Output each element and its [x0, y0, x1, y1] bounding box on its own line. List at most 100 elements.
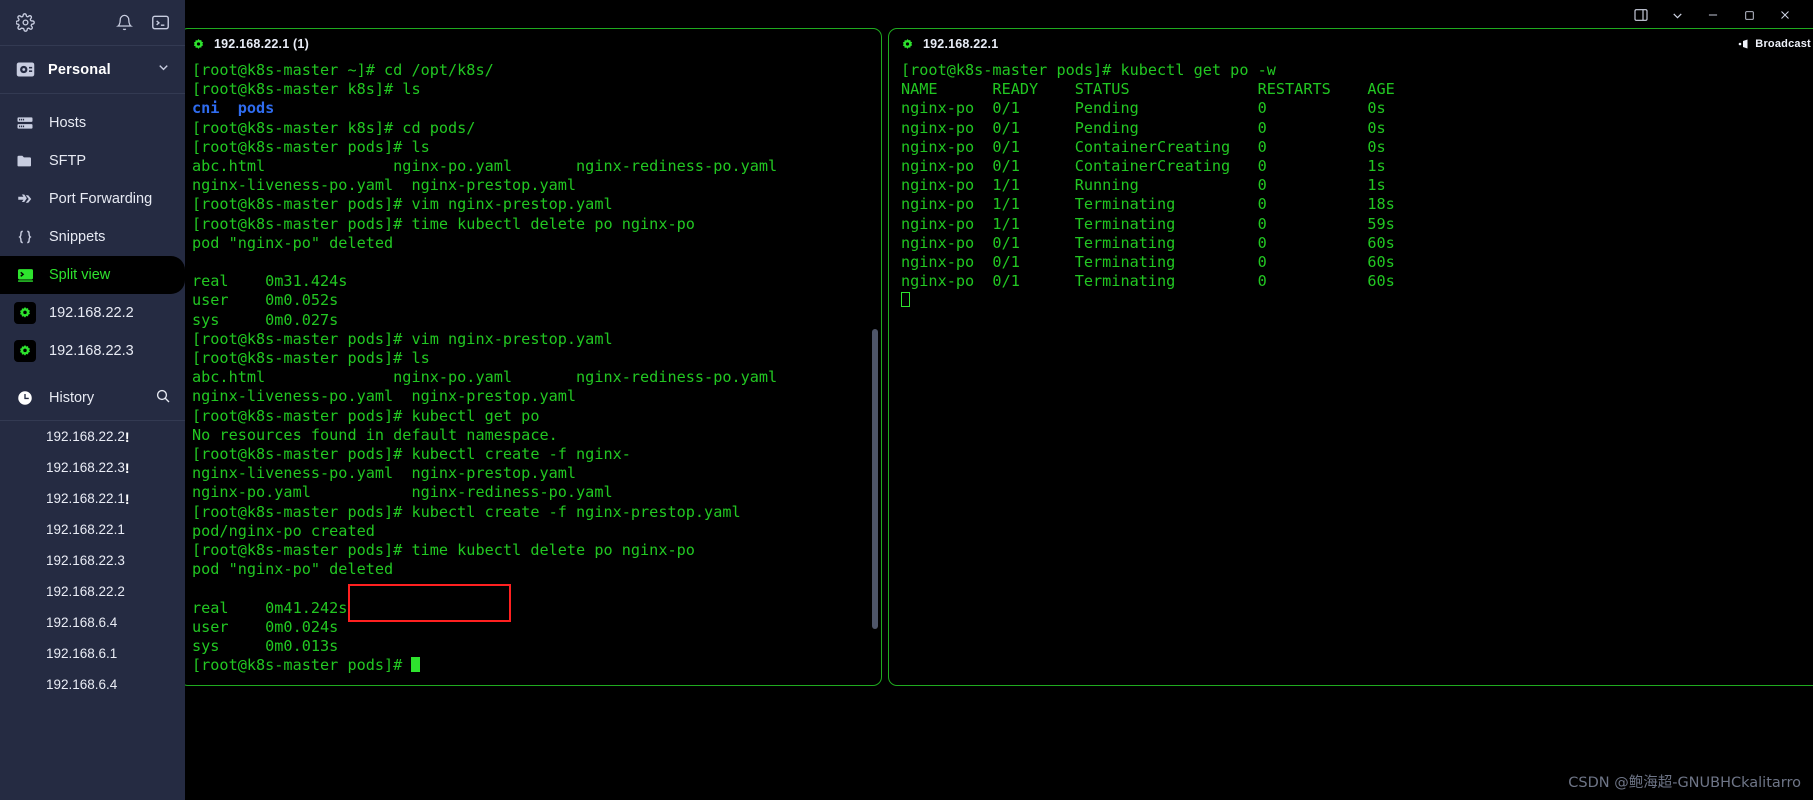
sidebar-nav: Hosts SFTP Port Forwarding Snippets Spli…	[0, 94, 185, 370]
table-row: nginx-po 0/1 Pending 0 0s	[901, 118, 1386, 137]
terminal-line: [root@k8s-master pods]#	[192, 656, 881, 675]
maximize-icon[interactable]	[1731, 2, 1767, 28]
terminal-line: [root@k8s-master pods]# kubectl get po	[192, 406, 540, 425]
search-icon[interactable]	[155, 388, 171, 408]
chevron-down-icon[interactable]	[156, 60, 171, 80]
sidebar-item-split-view[interactable]: Split view	[0, 256, 185, 294]
sidebar-item-label: Port Forwarding	[49, 191, 153, 207]
terminal-line: user 0m0.024s	[192, 617, 339, 636]
terminal-pane-right[interactable]: 192.168.22.1 Broadcast [root@k8s-master …	[888, 28, 1813, 686]
table-row: nginx-po 0/1 ContainerCreating 0 1s	[901, 157, 1386, 176]
terminal-line: [root@k8s-master pods]# vim nginx-presto…	[192, 329, 613, 348]
terminal-pane-left[interactable]: 192.168.22.1 (1) [root@k8s-master ~]# cd…	[179, 28, 882, 686]
table-header-row: NAME READY STATUS RESTARTS AGE	[901, 80, 1395, 99]
terminal-panes: 192.168.22.1 (1) [root@k8s-master ~]# cd…	[179, 28, 1813, 800]
table-row: nginx-po 1/1 Running 0 1s	[901, 176, 1386, 195]
history-item[interactable]: 192.168.6.1	[0, 638, 185, 669]
terminal-line: nginx-liveness-po.yaml nginx-prestop.yam…	[192, 387, 577, 406]
sidebar-toolbar	[0, 0, 185, 46]
terminal-cursor	[901, 292, 910, 308]
terminal-line: [root@k8s-master pods]# kubectl create -…	[192, 445, 631, 464]
terminal-line: [root@k8s-master pods]# kubectl create -…	[192, 502, 741, 521]
history-item[interactable]: 192.168.6.4	[0, 607, 185, 638]
terminal-line: [root@k8s-master k8s]# ls	[192, 80, 421, 99]
minimize-icon[interactable]	[1695, 2, 1731, 28]
sidebar-host-label: 192.168.22.3	[49, 343, 134, 359]
terminal-line: sys 0m0.027s	[192, 310, 339, 329]
sidebar-item-port-forwarding[interactable]: Port Forwarding	[0, 180, 185, 218]
pane-header-right: 192.168.22.1 Broadcast	[889, 29, 1813, 59]
alert-icon: !	[124, 459, 130, 476]
profile-selector[interactable]: Personal	[0, 46, 185, 94]
sidebar-item-label: Split view	[49, 267, 111, 283]
broadcast-toggle[interactable]: Broadcast	[1738, 38, 1813, 50]
table-row: nginx-po 0/1 Terminating 0 60s	[901, 272, 1395, 291]
terminal-line: [root@k8s-master pods]# ls	[192, 349, 430, 368]
terminal-icon[interactable]	[149, 12, 171, 34]
alert-icon: !	[124, 490, 130, 507]
profile-label: Personal	[48, 61, 111, 78]
terminal-line: sys 0m0.013s	[192, 637, 339, 656]
history-item[interactable]: 192.168.22.1	[0, 514, 185, 545]
terminal-line: user 0m0.052s	[192, 291, 339, 310]
sidebar-host-192-168-22-2[interactable]: 192.168.22.2	[0, 294, 185, 332]
terminal-line: abc.html nginx-po.yaml nginx-rediness-po…	[192, 368, 778, 387]
sidebar-item-snippets[interactable]: Snippets	[0, 218, 185, 256]
directory-name: cni pods	[192, 99, 275, 118]
history-item[interactable]: 192.168.22.2 !	[0, 421, 185, 452]
port-forward-icon	[14, 188, 36, 210]
broadcast-label: Broadcast	[1755, 38, 1811, 50]
terminal-line: nginx-liveness-po.yaml nginx-prestop.yam…	[192, 176, 577, 195]
terminal-line: [root@k8s-master pods]# ls	[192, 137, 430, 156]
pane-title: 192.168.22.1 (1)	[214, 37, 309, 51]
sidebar-item-label: Hosts	[49, 115, 87, 131]
table-row: nginx-po 0/1 Pending 0 0s	[901, 99, 1386, 118]
close-icon[interactable]	[1767, 2, 1803, 28]
terminal-line: [root@k8s-master pods]# time kubectl del…	[192, 541, 695, 560]
pane-header-left: 192.168.22.1 (1)	[180, 29, 881, 59]
terminal-line: real 0m41.242s	[192, 598, 348, 617]
server-icon	[14, 112, 36, 134]
pane-header-actions: Broadcast ✕	[1738, 36, 1813, 52]
vault-icon	[14, 59, 36, 81]
history-item-label: 192.168.22.1	[46, 491, 125, 506]
layout-panel-icon[interactable]	[1623, 2, 1659, 28]
scrollbar-left[interactable]	[872, 329, 878, 629]
clock-icon	[14, 387, 36, 409]
split-terminal-icon	[14, 264, 36, 286]
chevron-down-icon[interactable]	[1659, 2, 1695, 28]
notifications-bell-icon[interactable]	[113, 12, 135, 34]
sidebar-item-sftp[interactable]: SFTP	[0, 142, 185, 180]
history-item[interactable]: 192.168.6.4	[0, 669, 185, 700]
terminal-cursor	[411, 657, 421, 673]
settings-gear-icon[interactable]	[14, 12, 36, 34]
sidebar-item-hosts[interactable]: Hosts	[0, 104, 185, 142]
terminal-output-left[interactable]: [root@k8s-master ~]# cd /opt/k8s/[root@k…	[180, 59, 881, 676]
table-row: nginx-po 0/1 Terminating 0 60s	[901, 233, 1395, 252]
history-item-label: 192.168.22.3	[46, 460, 125, 475]
sidebar-host-192-168-22-3[interactable]: 192.168.22.3	[0, 332, 185, 370]
history-header[interactable]: History	[0, 378, 185, 418]
pane-title: 192.168.22.1	[923, 37, 999, 51]
broadcast-icon	[1738, 39, 1750, 49]
table-row: nginx-po 1/1 Terminating 0 18s	[901, 195, 1395, 214]
history-item[interactable]: 192.168.22.2	[0, 576, 185, 607]
history-item[interactable]: 192.168.22.3 !	[0, 452, 185, 483]
history-item[interactable]: 192.168.22.3	[0, 545, 185, 576]
history-list: 192.168.22.2 ! 192.168.22.3 ! 192.168.22…	[0, 421, 185, 700]
table-row: nginx-po 0/1 Terminating 0 60s	[901, 253, 1395, 272]
sidebar: Personal Hosts SFTP Port Forwarding Snip…	[0, 0, 185, 800]
history-item-label: 192.168.6.1	[46, 646, 118, 661]
history-item[interactable]: 192.168.22.1 !	[0, 483, 185, 514]
history-item-label: 192.168.22.1	[46, 522, 125, 537]
terminal-line: pod/nginx-po created	[192, 521, 375, 540]
ssh-host-icon	[14, 302, 36, 324]
terminal-line: [root@k8s-master pods]# vim nginx-presto…	[192, 195, 613, 214]
terminal-output-right[interactable]: [root@k8s-master pods]# kubectl get po -…	[889, 59, 1813, 311]
sidebar-item-label: SFTP	[49, 153, 87, 169]
terminal-line: [root@k8s-master k8s]# cd pods/	[192, 118, 476, 137]
table-row: nginx-po 0/1 ContainerCreating 0 0s	[901, 137, 1386, 156]
terminal-line: cni pods	[192, 99, 881, 118]
